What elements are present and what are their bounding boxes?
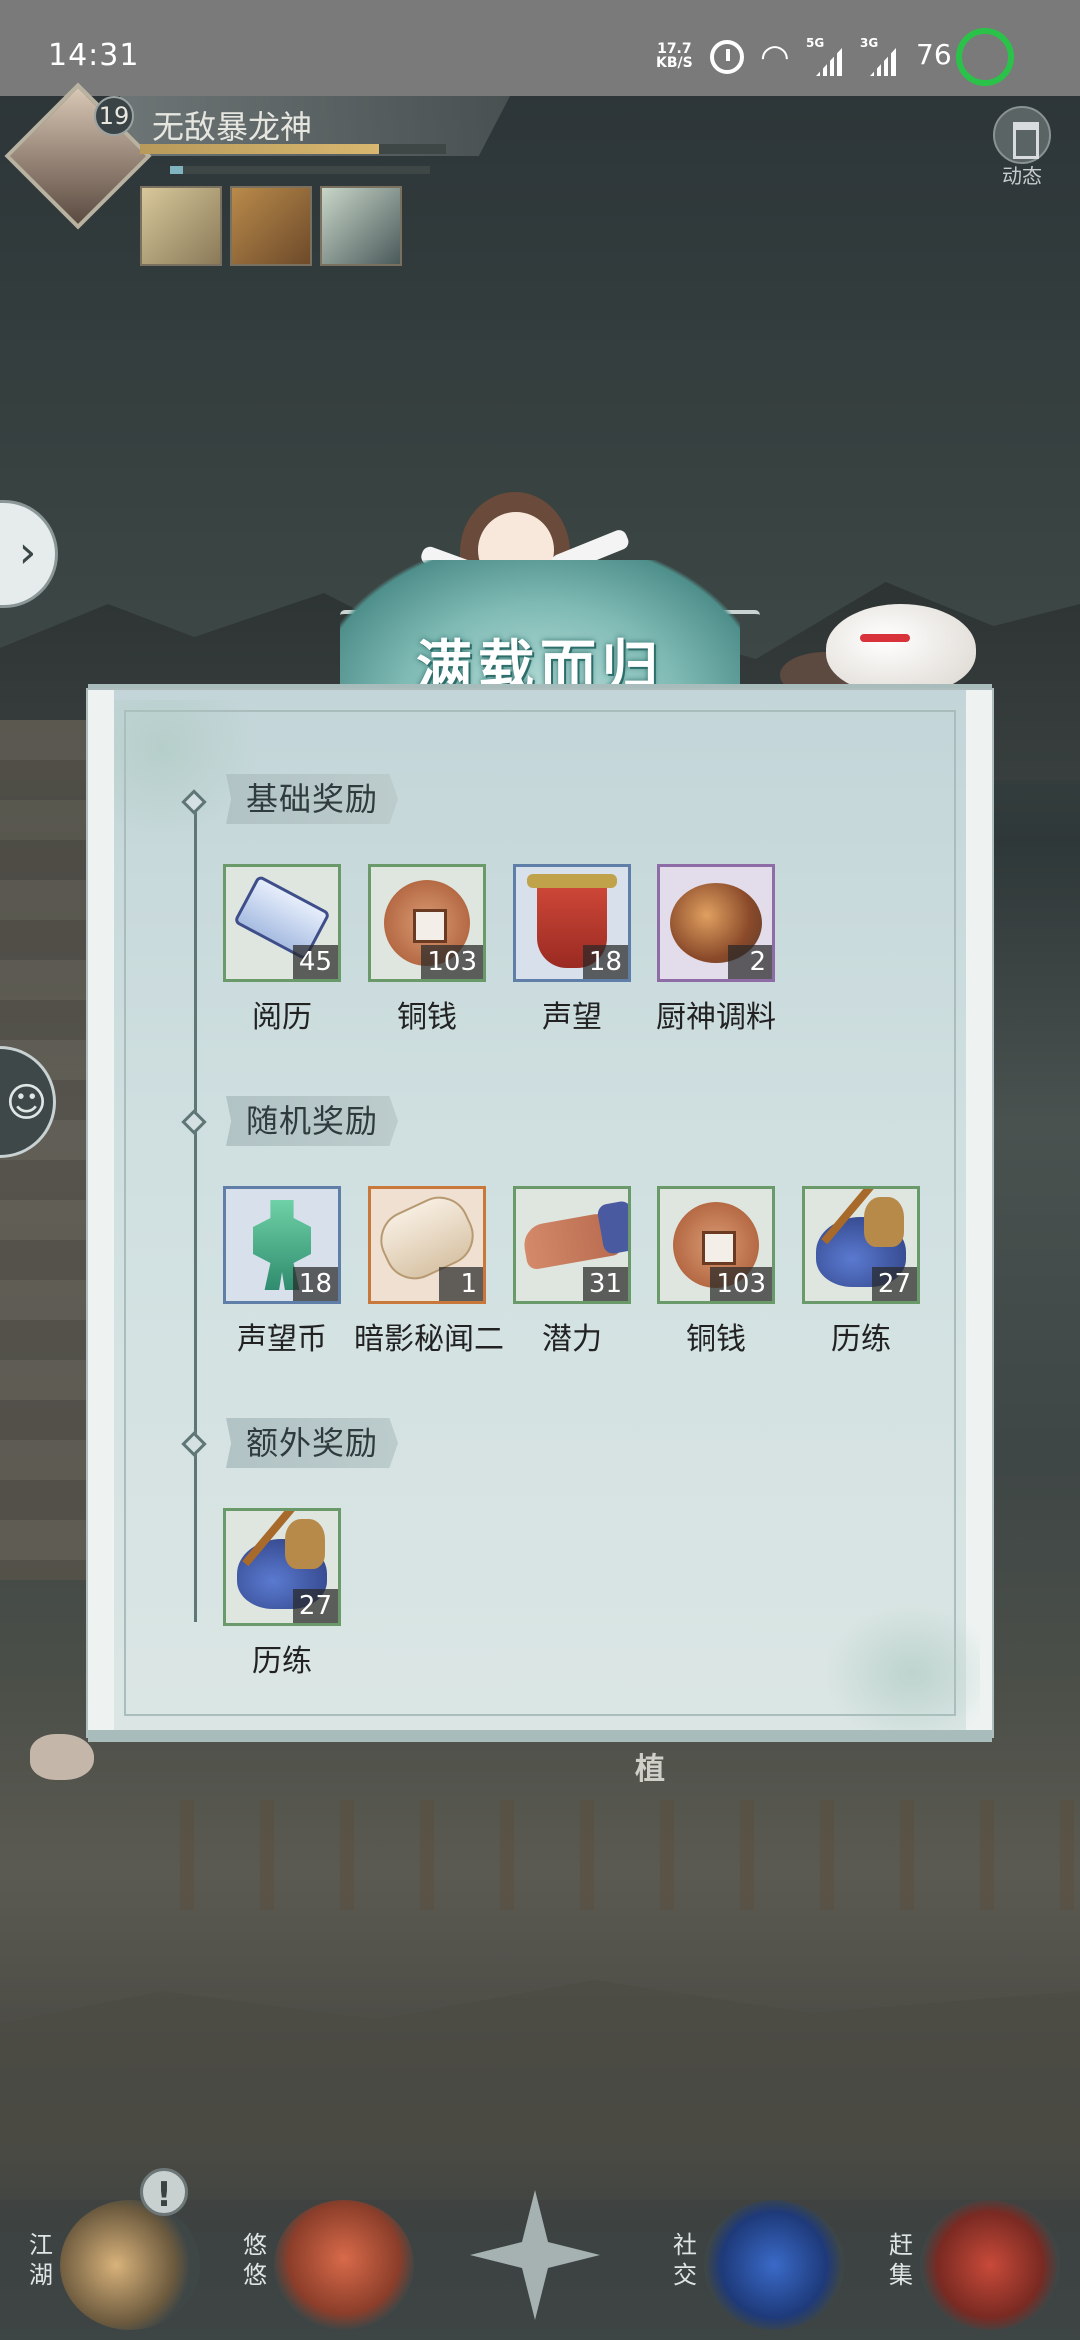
- wave-icon: [704, 2200, 844, 2330]
- reward-item-frame: 45: [223, 864, 341, 982]
- reward-item-frame: 27: [802, 1186, 920, 1304]
- reward-item-frame: 31: [513, 1186, 631, 1304]
- bamboo-decoration: [810, 1590, 980, 1730]
- signal-5g-label: 5G: [806, 36, 825, 50]
- signal-3g-label: 3G: [860, 36, 879, 50]
- reward-item-frame: 1: [368, 1186, 486, 1304]
- signal-5g-icon: 5G: [806, 36, 842, 76]
- alert-badge: !: [140, 2168, 188, 2216]
- bird-icon: [274, 2200, 414, 2330]
- player-secondary-bar: [170, 166, 430, 174]
- panel-bottom-rod: [88, 1730, 992, 1742]
- alarm-icon: [710, 40, 744, 74]
- reward-name: 暗影秘闻二: [354, 1322, 504, 1357]
- compass-star-icon: [470, 2190, 600, 2320]
- reward-item[interactable]: 45 阅历: [222, 864, 342, 1036]
- status-bar: 14:31 17.7 KB/S ◠ 5G 3G 76: [0, 0, 1080, 96]
- signal-3g-icon: 3G: [860, 36, 896, 76]
- wifi-icon: ◠: [760, 37, 790, 77]
- reward-item[interactable]: 103 铜钱: [367, 864, 487, 1036]
- net-speed: 17.7 KB/S: [656, 42, 693, 70]
- reward-name: 铜钱: [397, 1000, 457, 1035]
- reward-name: 阅历: [252, 1000, 312, 1035]
- reward-name: 声望: [542, 1000, 602, 1035]
- buff-icon[interactable]: [140, 186, 222, 266]
- straw-hat-icon: [60, 2200, 200, 2330]
- player-exp-bar: [140, 144, 446, 154]
- reward-qty: 18: [582, 945, 628, 979]
- buff-icon[interactable]: [320, 186, 402, 266]
- reward-item[interactable]: 18 声望: [512, 864, 632, 1036]
- reward-qty: 31: [582, 1267, 628, 1301]
- plant-sign[interactable]: 植: [620, 1740, 680, 1800]
- nav-label: 赶集: [889, 2231, 913, 2289]
- buff-list: [140, 186, 402, 266]
- reward-item[interactable]: 27 历练: [222, 1508, 342, 1680]
- reward-item[interactable]: 27 历练: [801, 1186, 921, 1358]
- reward-item-frame: 18: [513, 864, 631, 982]
- reward-item-frame: 2: [657, 864, 775, 982]
- net-speed-unit: KB/S: [656, 55, 693, 71]
- dynamic-label: 动态: [1002, 164, 1042, 188]
- reward-item[interactable]: 103 铜钱: [656, 1186, 776, 1358]
- reward-name: 历练: [252, 1644, 312, 1679]
- status-time: 14:31: [48, 38, 140, 73]
- reward-item-frame: 103: [657, 1186, 775, 1304]
- nav-label: 江湖: [29, 2231, 53, 2289]
- reward-qty: 18: [292, 1267, 338, 1301]
- nav-label: 悠悠: [243, 2231, 267, 2289]
- reward-name: 厨神调料: [656, 1000, 776, 1035]
- reward-item-frame: 103: [368, 864, 486, 982]
- net-speed-value: 17.7: [657, 41, 692, 57]
- reward-item-frame: 27: [223, 1508, 341, 1626]
- player-name: 无敌暴龙神: [152, 108, 313, 146]
- reward-item[interactable]: 2 厨神调料: [656, 864, 776, 1036]
- dynamic-button[interactable]: 动态: [990, 106, 1054, 188]
- section-label-extra: 额外奖励: [226, 1418, 399, 1468]
- reward-name: 潜力: [542, 1322, 602, 1357]
- reward-qty: 27: [871, 1267, 917, 1301]
- reward-item[interactable]: 18 声望币: [222, 1186, 342, 1358]
- field-fence: [180, 1800, 1080, 1910]
- battery-level: 76: [916, 38, 952, 71]
- player-exp-fill: [140, 144, 379, 154]
- buff-icon[interactable]: [230, 186, 312, 266]
- player-secondary-fill: [170, 166, 183, 174]
- pig-sprite[interactable]: [30, 1734, 94, 1780]
- reward-name: 历练: [831, 1322, 891, 1357]
- nav-center-button[interactable]: [470, 2190, 600, 2320]
- battery-ring-icon: [956, 28, 1014, 86]
- reward-qty: 27: [292, 1589, 338, 1623]
- section-label-base: 基础奖励: [226, 774, 399, 824]
- reward-name: 铜钱: [686, 1322, 746, 1357]
- nav-label: 社交: [673, 2231, 697, 2289]
- reward-item-frame: 18: [223, 1186, 341, 1304]
- reward-qty: 1: [439, 1267, 483, 1301]
- section-label-random: 随机奖励: [226, 1096, 399, 1146]
- reward-qty: 2: [728, 945, 772, 979]
- player-level: 19: [94, 96, 134, 136]
- reward-name: 声望币: [237, 1322, 327, 1357]
- dynamic-icon: [993, 106, 1051, 164]
- reward-qty: 103: [421, 945, 483, 979]
- reward-qty: 45: [292, 945, 338, 979]
- reward-timeline: [194, 796, 197, 1622]
- reward-item[interactable]: 31 潜力: [512, 1186, 632, 1358]
- reward-item[interactable]: 1 暗影秘闻二: [354, 1186, 504, 1358]
- market-basket-icon: [920, 2200, 1060, 2330]
- reward-qty: 103: [710, 1267, 772, 1301]
- muscle-arm-icon: [520, 1210, 624, 1271]
